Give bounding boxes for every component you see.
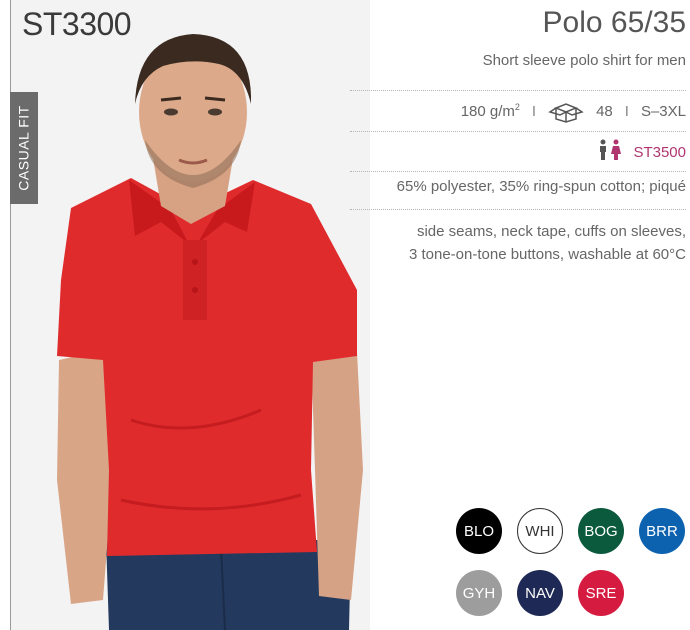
- color-swatch-bog[interactable]: BOG: [578, 508, 624, 554]
- divider: [350, 171, 686, 172]
- features-line: side seams, neck tape, cuffs on sleeves,: [416, 223, 686, 240]
- product-features: side seams, neck tape, cuffs on sleeves,…: [356, 220, 686, 266]
- product-subtitle: Short sleeve polo shirt for men: [482, 52, 686, 69]
- divider: [350, 90, 686, 91]
- color-swatch-whi[interactable]: WHI: [517, 508, 563, 554]
- fit-label: CASUAL FIT: [10, 92, 38, 204]
- man-woman-icon: [597, 139, 623, 165]
- color-swatch-nav[interactable]: NAV: [517, 570, 563, 616]
- separator: I: [624, 102, 629, 120]
- spec-line: 180 g/m2 I 48 I S–3XL: [461, 98, 686, 124]
- product-sku: ST3300: [22, 6, 132, 42]
- color-swatch-sre[interactable]: SRE: [578, 570, 624, 616]
- fabric-weight: 180 g/m2: [460, 102, 520, 120]
- material-composition: 65% polyester, 35% ring-spun cotton; piq…: [396, 178, 686, 195]
- fit-label-text: CASUAL FIT: [16, 105, 33, 191]
- womens-sku: ST3500: [633, 143, 686, 161]
- separator: I: [531, 102, 537, 120]
- divider: [350, 131, 686, 132]
- womens-version: ST3500: [597, 139, 686, 165]
- pack-count: 48: [596, 102, 613, 120]
- divider: [350, 209, 686, 210]
- color-swatch-blo[interactable]: BLO: [456, 508, 502, 554]
- color-swatch-brr[interactable]: BRR: [639, 508, 685, 554]
- features-line: 3 tone-on-tone buttons, washable at 60°C: [408, 246, 686, 263]
- product-name: Polo 65/35: [542, 6, 686, 39]
- size-range: S–3XL: [640, 102, 686, 120]
- product-photo: [11, 0, 370, 630]
- box-icon: [548, 99, 584, 123]
- product-page: ST3300 CASUAL FIT Polo 65/35 Short sleev…: [0, 0, 690, 630]
- color-swatch-gyh[interactable]: GYH: [456, 570, 502, 616]
